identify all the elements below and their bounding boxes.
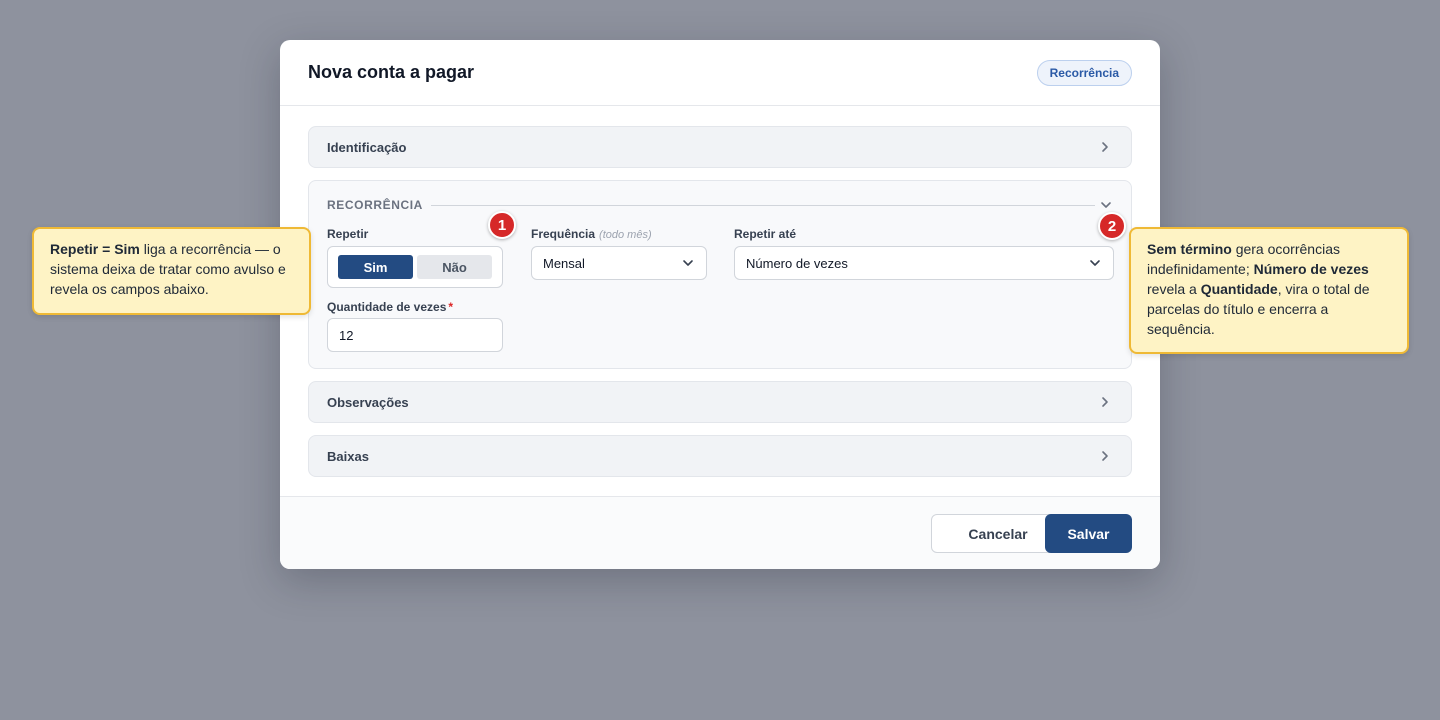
chevron-down-icon[interactable]: [1098, 197, 1114, 213]
frequencia-select[interactable]: Mensal: [531, 246, 707, 280]
frequencia-value: Mensal: [543, 255, 585, 271]
recorrencia-title: RECORRÊNCIA: [327, 198, 423, 212]
new-payable-modal: Nova conta a pagar Recorrência Identific…: [280, 40, 1160, 569]
repetir-ate-label: Repetir até: [734, 227, 797, 241]
save-button[interactable]: Salvar: [1045, 514, 1132, 553]
callout-right-bold-2: Número de vezes: [1253, 261, 1369, 277]
chevron-right-icon: [1102, 142, 1108, 152]
repetir-ate-value: Número de vezes: [746, 255, 848, 271]
frequencia-label-text: Frequência: [531, 227, 596, 241]
recorrencia-divider: [431, 205, 1095, 206]
modal-header: Nova conta a pagar Recorrência: [280, 40, 1160, 106]
callout-repetir: Repetir = Sim liga a recorrência — o sis…: [32, 227, 311, 315]
quantidade-input[interactable]: 12: [327, 318, 503, 352]
quantidade-value: 12: [339, 327, 354, 343]
section-identificacao[interactable]: Identificação: [308, 126, 1132, 168]
section-baixas-label: Baixas: [327, 448, 369, 464]
section-observacoes-label: Observações: [327, 394, 409, 410]
callout-right-bold-1: Sem término: [1147, 241, 1232, 257]
repetir-ate-select[interactable]: Número de vezes: [734, 246, 1114, 280]
chevron-right-icon: [1102, 397, 1108, 407]
chevron-right-icon: [1102, 451, 1108, 461]
section-observacoes[interactable]: Observações: [308, 381, 1132, 423]
quantidade-label: Quantidade de vezes *: [327, 300, 453, 314]
repetir-toggle: Sim Não: [327, 246, 503, 288]
frequencia-label: Frequência (todo mês): [531, 227, 652, 241]
repetir-label: Repetir: [327, 227, 369, 241]
callout-left-bold-1: Repetir = Sim: [50, 241, 140, 257]
step-marker-1: 1: [488, 211, 516, 239]
modal-footer: Cancelar Salvar: [280, 496, 1160, 569]
section-identificacao-label: Identificação: [327, 139, 407, 155]
recorrencia-badge: Recorrência: [1036, 59, 1132, 86]
repetir-sim-button[interactable]: Sim: [338, 255, 413, 279]
callout-right-bold-3: Quantidade: [1200, 281, 1278, 297]
callout-right-text-2: revela a: [1147, 281, 1201, 297]
step-marker-2: 2: [1098, 212, 1126, 240]
frequencia-hint: (todo mês): [599, 229, 652, 241]
chevron-down-icon: [683, 260, 693, 266]
callout-repetir-ate: Sem término gera ocorrências indefinidam…: [1129, 227, 1409, 354]
repetir-nao-button[interactable]: Não: [417, 255, 492, 279]
recorrencia-panel: RECORRÊNCIA Repetir Sim Não Frequência (t…: [308, 180, 1132, 369]
section-baixas[interactable]: Baixas: [308, 435, 1132, 477]
chevron-down-icon: [1090, 260, 1100, 266]
quantidade-label-text: Quantidade de vezes: [327, 300, 447, 314]
required-mark: *: [448, 300, 454, 314]
modal-title: Nova conta a pagar: [308, 62, 475, 82]
